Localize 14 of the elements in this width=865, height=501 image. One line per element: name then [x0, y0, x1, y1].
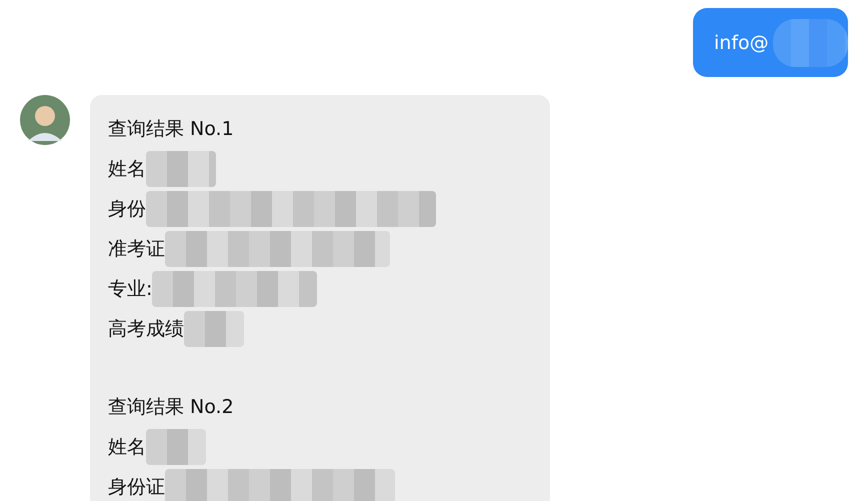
field-label: 姓名 — [108, 435, 146, 460]
field-label: 姓名 — [108, 157, 146, 182]
field-label: 身份证 — [108, 475, 165, 500]
pixelated-redaction — [146, 429, 206, 465]
result-title: 查询结果 No.2 — [108, 395, 234, 420]
result-title: 查询结果 No.1 — [108, 117, 234, 142]
field-label: 高考成绩 — [108, 317, 184, 342]
avatar-icon — [20, 95, 70, 145]
field-label: 身份 — [108, 197, 146, 222]
pixelated-redaction — [146, 151, 216, 187]
pixelated-redaction — [184, 311, 244, 347]
field-label: 专业: — [108, 277, 152, 302]
message-text: info@ — [714, 32, 769, 54]
field-label: 准考证 — [108, 237, 165, 262]
